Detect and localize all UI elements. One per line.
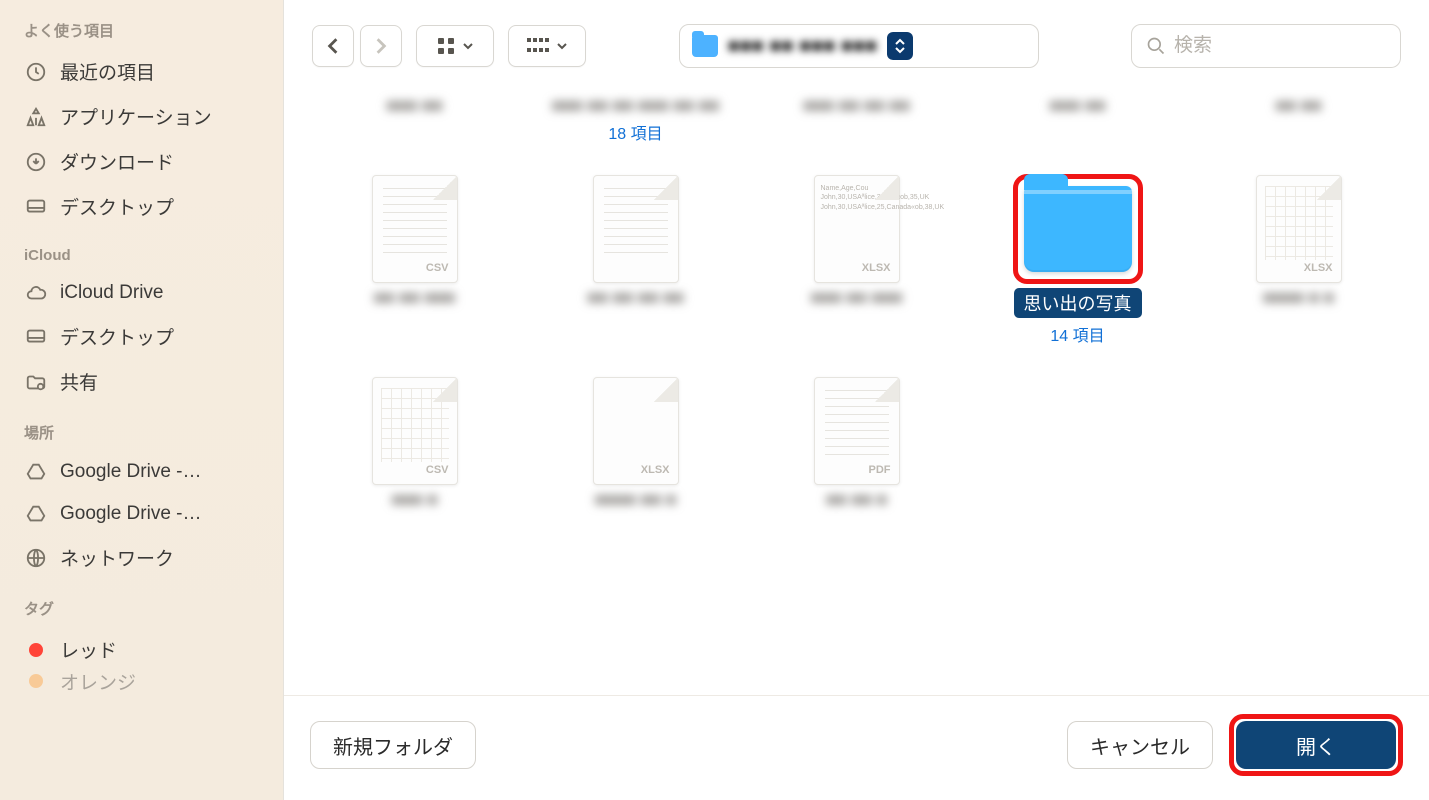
file-label: ■■■■ ■ ■	[1263, 288, 1334, 308]
sidebar-item-gdrive-1[interactable]: Google Drive -…	[0, 451, 283, 493]
path-updown-icon	[887, 32, 913, 60]
file-label: ■■ ■■ ■■ ■■	[587, 288, 683, 308]
csv-file-icon: CSV	[372, 175, 458, 283]
path-text: ■■■ ■■ ■■■ ■■■	[728, 35, 878, 58]
path-dropdown[interactable]: ■■■ ■■ ■■■ ■■■	[679, 24, 1039, 68]
file-item[interactable]: XLSX ■■■■ ■ ■	[1198, 174, 1399, 346]
file-item[interactable]: XLSX ■■■ ■■ ■■■	[756, 174, 957, 346]
sidebar-item-label: 最近の項目	[60, 58, 155, 85]
sidebar-heading-favorites: よく使う項目	[0, 20, 283, 49]
sidebar-item-tag-orange[interactable]: オレンジ	[0, 672, 283, 690]
csv-file-icon: CSV	[372, 377, 458, 485]
file-label: ■■ ■■ ■	[826, 490, 887, 510]
file-item[interactable]: ■■■ ■■	[314, 96, 515, 144]
new-folder-button[interactable]: 新規フォルダ	[310, 721, 476, 769]
file-label: ■■■■ ■■ ■	[595, 490, 676, 510]
sidebar-item-icloud-drive[interactable]: iCloud Drive	[0, 272, 283, 314]
search-input[interactable]	[1174, 35, 1386, 57]
open-button[interactable]: 開く	[1236, 721, 1396, 769]
file-label: ■■ ■■	[1276, 96, 1322, 116]
sidebar-item-icloud-desktop[interactable]: デスクトップ	[0, 314, 283, 359]
main-panel: ■■■ ■■ ■■■ ■■■ ■■■ ■■ ■■■ ■■ ■■ ■■■ ■■ ■…	[283, 0, 1429, 800]
sidebar-item-gdrive-2[interactable]: Google Drive -…	[0, 493, 283, 535]
cancel-button[interactable]: キャンセル	[1067, 721, 1213, 769]
file-item-count: 14 項目	[1050, 322, 1104, 346]
file-label: ■■■ ■■ ■■■	[811, 288, 903, 308]
pdf-file-icon: PDF	[814, 377, 900, 485]
desktop-icon	[24, 195, 48, 219]
sidebar-item-applications[interactable]: アプリケーション	[0, 94, 283, 139]
toolbar: ■■■ ■■ ■■■ ■■■	[284, 0, 1429, 86]
file-item-count: 18 項目	[608, 120, 662, 144]
open-button-highlight: 開く	[1229, 714, 1403, 776]
file-label: ■■■ ■	[392, 490, 438, 510]
sidebar-item-downloads[interactable]: ダウンロード	[0, 139, 283, 184]
desktop-icon	[24, 325, 48, 349]
file-label: ■■■ ■■	[1049, 96, 1105, 116]
file-item-selected[interactable]: 思い出の写真 14 項目	[977, 174, 1178, 346]
sidebar-heading-tags: タグ	[0, 598, 283, 627]
file-grid: ■■■ ■■ ■■■ ■■ ■■ ■■■ ■■ ■■ 18 項目 ■■■ ■■ …	[284, 86, 1429, 695]
gdrive-icon	[24, 502, 48, 526]
download-icon	[24, 150, 48, 174]
sidebar-item-label: アプリケーション	[60, 103, 212, 130]
cloud-icon	[24, 281, 48, 305]
sidebar-item-shared[interactable]: 共有	[0, 359, 283, 404]
file-label: 思い出の写真	[1014, 288, 1142, 318]
folder-icon	[692, 35, 718, 57]
file-label: ■■■ ■■ ■■ ■■	[803, 96, 910, 116]
apps-icon	[24, 105, 48, 129]
sidebar-item-label: 共有	[60, 368, 98, 395]
forward-button[interactable]	[360, 25, 402, 67]
sidebar-item-label: デスクトップ	[60, 193, 174, 220]
sidebar-item-label: Google Drive -…	[60, 461, 202, 483]
sidebar: よく使う項目 最近の項目 アプリケーション ダウンロード デスクトップ iClo…	[0, 0, 283, 800]
file-item[interactable]: CSV ■■■ ■	[314, 376, 515, 510]
file-item[interactable]: XLSX ■■■■ ■■ ■	[535, 376, 736, 510]
file-label: ■■■ ■■	[386, 96, 442, 116]
sidebar-item-network[interactable]: ネットワーク	[0, 535, 283, 580]
sidebar-item-label: ネットワーク	[60, 544, 174, 571]
file-item[interactable]: PDF ■■ ■■ ■	[756, 376, 957, 510]
file-item[interactable]: ■■■ ■■	[977, 96, 1178, 144]
gdrive-icon	[24, 460, 48, 484]
sidebar-heading-icloud: iCloud	[0, 247, 283, 272]
back-button[interactable]	[312, 25, 354, 67]
sidebar-item-label: レッド	[60, 636, 117, 663]
view-icon-button[interactable]	[416, 25, 494, 67]
sidebar-item-label: iCloud Drive	[60, 282, 163, 304]
xlsx-file-icon: XLSX	[593, 377, 679, 485]
text-file-icon	[593, 175, 679, 283]
file-item[interactable]: ■■ ■■	[1198, 96, 1399, 144]
sidebar-item-label: デスクトップ	[60, 323, 174, 350]
file-label: ■■ ■■ ■■■	[374, 288, 455, 308]
sidebar-item-label: ダウンロード	[60, 148, 174, 175]
file-item[interactable]: ■■■ ■■ ■■ ■■■ ■■ ■■ 18 項目	[535, 96, 736, 144]
sidebar-item-desktop[interactable]: デスクトップ	[0, 184, 283, 229]
shared-folder-icon	[24, 370, 48, 394]
sidebar-item-tag-red[interactable]: レッド	[0, 627, 283, 672]
tag-dot-icon	[24, 672, 48, 690]
sidebar-item-label: オレンジ	[60, 672, 136, 690]
tag-dot-icon	[24, 638, 48, 662]
sidebar-item-recents[interactable]: 最近の項目	[0, 49, 283, 94]
search-box[interactable]	[1131, 24, 1401, 68]
xlsx-file-icon: XLSX	[814, 175, 900, 283]
clock-icon	[24, 60, 48, 84]
bottom-bar: 新規フォルダ キャンセル 開く	[284, 695, 1429, 800]
file-item[interactable]: ■■■ ■■ ■■ ■■	[756, 96, 957, 144]
sidebar-item-label: Google Drive -…	[60, 503, 202, 525]
folder-icon	[1024, 186, 1132, 272]
file-item[interactable]: ■■ ■■ ■■ ■■	[535, 174, 736, 346]
file-label: ■■■ ■■ ■■ ■■■ ■■ ■■	[552, 96, 719, 116]
xlsx-file-icon: XLSX	[1256, 175, 1342, 283]
group-by-button[interactable]	[508, 25, 586, 67]
search-icon	[1146, 36, 1166, 56]
file-item[interactable]: CSV ■■ ■■ ■■■	[314, 174, 515, 346]
network-icon	[24, 546, 48, 570]
sidebar-heading-locations: 場所	[0, 422, 283, 451]
